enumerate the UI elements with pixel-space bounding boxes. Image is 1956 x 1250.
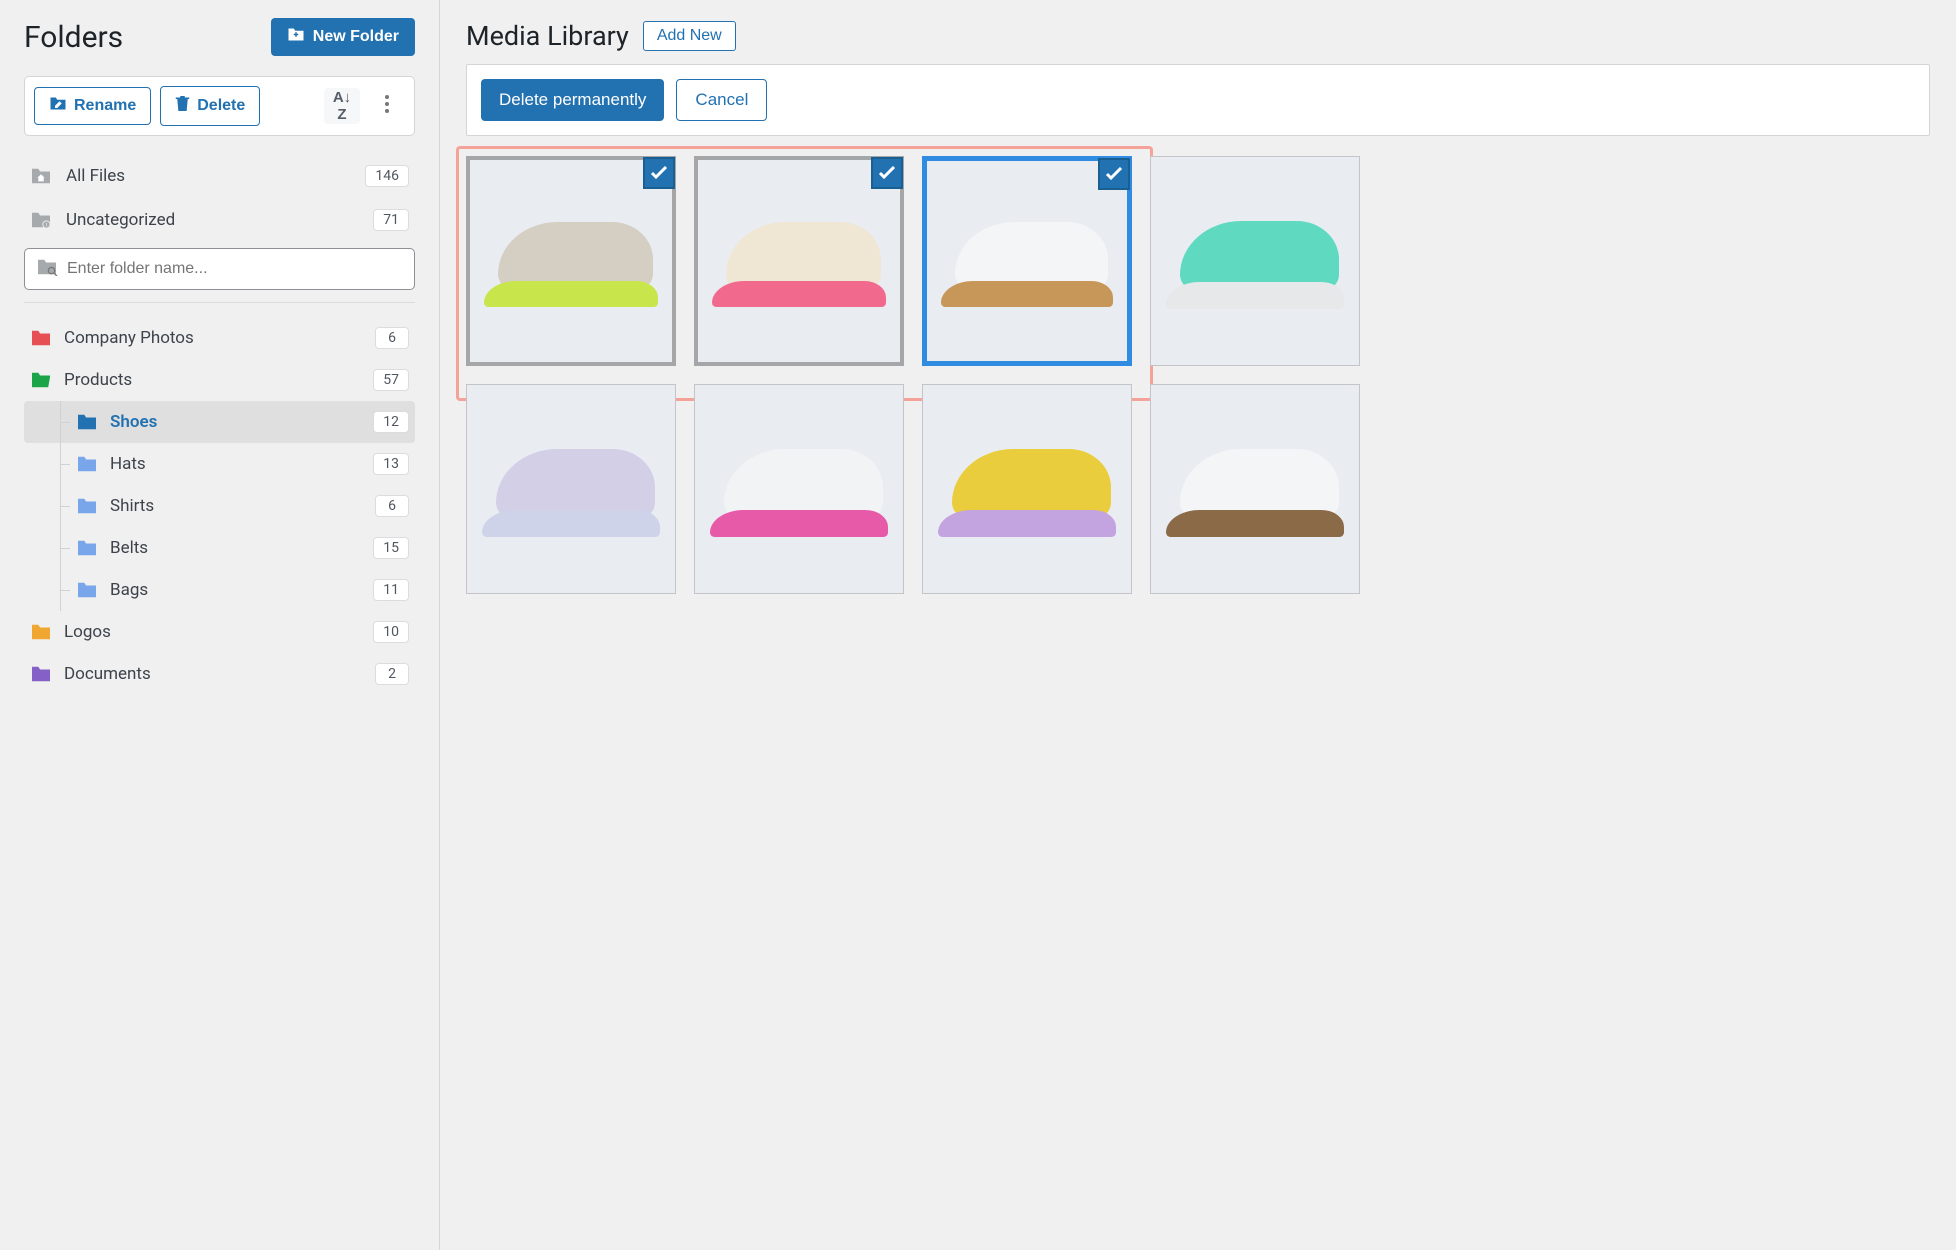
shoe-image (482, 441, 661, 537)
folder-item-belts[interactable]: Belts 15 (24, 527, 415, 569)
all-files-row[interactable]: All Files 146 (24, 154, 415, 198)
folder-item-shirts[interactable]: Shirts 6 (24, 485, 415, 527)
folder-item-bags[interactable]: Bags 11 (24, 569, 415, 611)
add-new-button[interactable]: Add New (643, 21, 736, 51)
folder-alert-icon: ! (30, 211, 52, 229)
media-thumb-5[interactable] (694, 384, 904, 594)
folder-label: Belts (110, 538, 361, 558)
sidebar: Folders New Folder Rename Delete A↓Z (0, 0, 440, 1250)
folder-item-documents[interactable]: Documents 2 (24, 653, 415, 695)
uncategorized-label: Uncategorized (66, 210, 359, 230)
folder-count: 12 (373, 411, 409, 433)
folder-count: 15 (373, 537, 409, 559)
folder-item-hats[interactable]: Hats 13 (24, 443, 415, 485)
folder-home-icon (30, 167, 52, 185)
folder-icon (76, 455, 98, 473)
divider (24, 302, 415, 303)
media-thumb-0[interactable] (466, 156, 676, 366)
folder-search-input[interactable] (67, 260, 403, 278)
new-folder-button[interactable]: New Folder (271, 18, 415, 56)
folder-actions-bar: Rename Delete A↓Z (24, 76, 415, 136)
checkmark-icon (871, 157, 903, 189)
sidebar-header: Folders New Folder (24, 18, 415, 56)
folder-label: Bags (110, 580, 361, 600)
folder-count: 10 (373, 621, 409, 643)
shoe-image (712, 215, 886, 308)
checkmark-icon (1098, 158, 1130, 190)
folder-icon (76, 497, 98, 515)
new-folder-label: New Folder (313, 28, 399, 46)
folder-icon (30, 623, 52, 641)
folder-item-company-photos[interactable]: Company Photos 6 (24, 317, 415, 359)
folder-label: Logos (64, 622, 361, 642)
folder-label: Shirts (110, 496, 363, 516)
folder-label: Hats (110, 454, 361, 474)
folder-count: 2 (375, 663, 409, 685)
folder-count: 6 (375, 327, 409, 349)
cancel-button[interactable]: Cancel (676, 79, 767, 121)
rename-label: Rename (74, 97, 136, 115)
folder-label: Company Photos (64, 328, 363, 348)
folders-title: Folders (24, 20, 123, 55)
folder-item-shoes[interactable]: Shoes 12 (24, 401, 415, 443)
delete-button[interactable]: Delete (160, 86, 260, 126)
uncategorized-row[interactable]: ! Uncategorized 71 (24, 198, 415, 242)
trash-icon (175, 95, 190, 117)
delete-permanently-button[interactable]: Delete permanently (481, 79, 664, 121)
uncategorized-count: 71 (373, 209, 409, 231)
folder-label: Products (64, 370, 361, 390)
bulk-action-bar: Delete permanently Cancel (466, 64, 1930, 136)
folder-item-products[interactable]: Products 57 (24, 359, 415, 401)
media-thumb-4[interactable] (466, 384, 676, 594)
shoe-image (1166, 213, 1345, 309)
shoe-image (710, 441, 889, 537)
gallery-wrap (466, 156, 1930, 594)
shoe-image (1166, 441, 1345, 537)
kebab-icon (385, 95, 389, 117)
folder-label: Shoes (110, 412, 361, 432)
folder-count: 6 (375, 495, 409, 517)
checkmark-icon (643, 157, 675, 189)
page-title: Media Library (466, 20, 629, 52)
shoe-image (938, 441, 1117, 537)
media-thumb-7[interactable] (1150, 384, 1360, 594)
all-files-label: All Files (66, 166, 351, 186)
media-thumb-1[interactable] (694, 156, 904, 366)
folder-count: 13 (373, 453, 409, 475)
folder-count: 11 (373, 579, 409, 601)
folder-search-icon (36, 258, 58, 280)
media-thumb-3[interactable] (1150, 156, 1360, 366)
media-thumb-2[interactable] (922, 156, 1132, 366)
main: Media Library Add New Delete permanently… (440, 0, 1956, 1250)
sort-az-icon: A↓Z (333, 89, 351, 123)
folder-icon (76, 581, 98, 599)
more-options-button[interactable] (369, 88, 405, 124)
folder-label: Documents (64, 664, 363, 684)
main-header: Media Library Add New (466, 20, 1930, 52)
folder-item-logos[interactable]: Logos 10 (24, 611, 415, 653)
shoe-image (484, 215, 658, 308)
delete-label: Delete (197, 97, 245, 115)
folder-tree: Company Photos 6 Products 57 Shoes 12 Ha… (24, 317, 415, 695)
all-files-count: 146 (365, 165, 409, 187)
folder-count: 57 (373, 369, 409, 391)
folder-icon (30, 329, 52, 347)
folder-search-box[interactable] (24, 248, 415, 290)
sort-button[interactable]: A↓Z (324, 88, 360, 124)
shoe-image (941, 215, 1113, 307)
folder-plus-icon (287, 27, 305, 47)
folder-icon (76, 539, 98, 557)
folder-icon (76, 413, 98, 431)
rename-button[interactable]: Rename (34, 87, 151, 125)
media-thumb-6[interactable] (922, 384, 1132, 594)
folder-edit-icon (49, 96, 67, 116)
folder-icon (30, 665, 52, 683)
folder-icon (30, 371, 52, 389)
svg-text:!: ! (46, 223, 47, 229)
media-gallery (466, 156, 1930, 594)
